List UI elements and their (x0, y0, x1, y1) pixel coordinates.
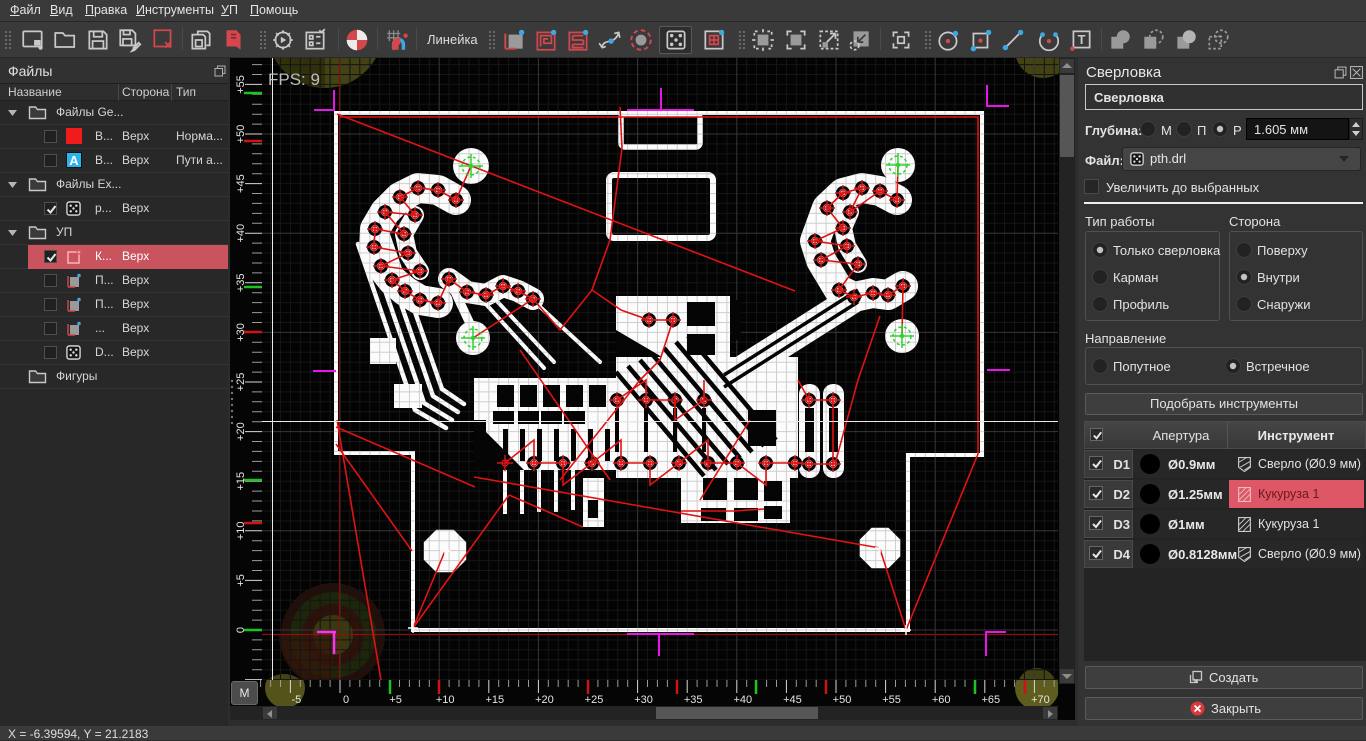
svg-text:+50: +50 (235, 125, 247, 144)
svg-text:+55: +55 (235, 75, 247, 94)
svg-text:0: 0 (343, 694, 349, 706)
svg-text:+30: +30 (235, 323, 247, 342)
svg-text:+40: +40 (235, 224, 247, 243)
svg-text:+20: +20 (535, 694, 554, 706)
svg-text:+10: +10 (235, 521, 247, 540)
svg-text:+40: +40 (733, 694, 752, 706)
svg-text:FPS: 9: FPS: 9 (268, 70, 320, 89)
svg-text:-5: -5 (292, 694, 302, 706)
svg-text:T: T (1078, 32, 1086, 47)
svg-text:+25: +25 (585, 694, 604, 706)
svg-text:+35: +35 (684, 694, 703, 706)
svg-text:+25: +25 (235, 373, 247, 392)
svg-text:+35: +35 (235, 273, 247, 292)
svg-text:+45: +45 (783, 694, 802, 706)
svg-text:+10: +10 (436, 694, 455, 706)
svg-text:+45: +45 (235, 174, 247, 193)
svg-text:+5: +5 (389, 694, 402, 706)
svg-text:+60: +60 (932, 694, 951, 706)
svg-text:+65: +65 (981, 694, 1000, 706)
svg-text:+30: +30 (634, 694, 653, 706)
svg-text:+20: +20 (235, 422, 247, 441)
svg-text:+15: +15 (485, 694, 504, 706)
svg-text:+50: +50 (833, 694, 852, 706)
svg-text:+55: +55 (882, 694, 901, 706)
svg-text:+5: +5 (235, 574, 247, 587)
svg-text:0: 0 (235, 627, 247, 633)
svg-text:+70: +70 (1031, 694, 1050, 706)
svg-text:+15: +15 (235, 472, 247, 491)
